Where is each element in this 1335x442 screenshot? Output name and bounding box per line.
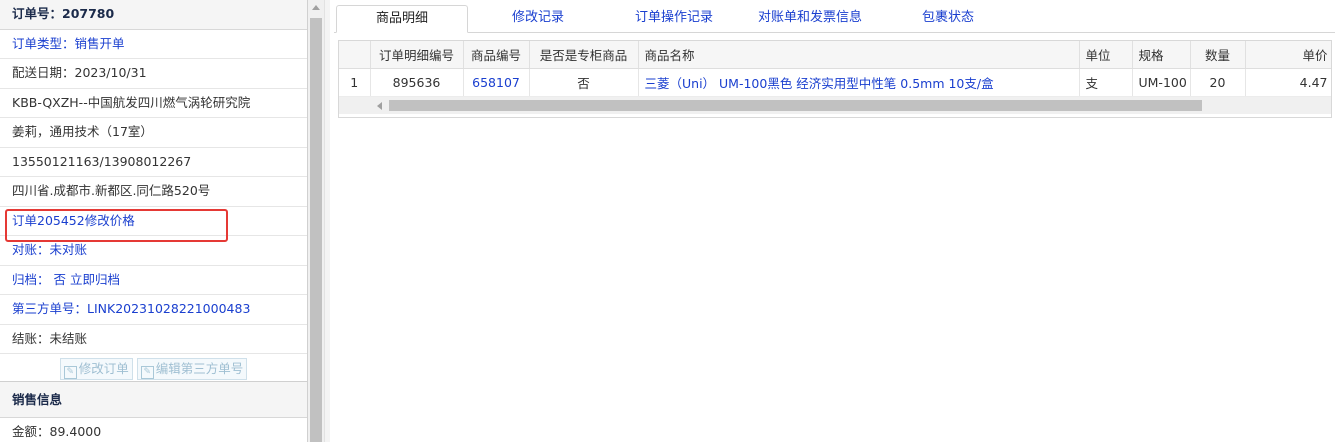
col-header-product-no[interactable]: 商品编号 [463, 41, 530, 69]
cell-spec: UM-100 [1132, 68, 1191, 97]
col-header-unit-price[interactable]: 单价 [1245, 41, 1331, 69]
scrollbar-thumb[interactable] [310, 18, 322, 442]
cell-product-no-link[interactable]: 658107 [463, 68, 530, 97]
order-number-row: 订单号：207780 [0, 0, 307, 30]
col-header-spec[interactable]: 规格 [1132, 41, 1191, 69]
delivery-address: 四川省.成都市.新都区.同仁路520号 [0, 177, 307, 207]
delivery-date: 配送日期：2023/10/31 [0, 59, 307, 89]
scrollbar-thumb[interactable] [389, 100, 1202, 111]
archive-status[interactable]: 归档： 否 立即归档 [0, 266, 307, 295]
edit-order-button[interactable]: ✎ 修改订单 [59, 357, 133, 380]
col-header-product-name[interactable]: 商品名称 [638, 41, 1080, 69]
edit-icon: ✎ [140, 365, 154, 379]
scroll-left-icon[interactable] [377, 102, 382, 110]
col-header-counter-item[interactable]: 是否是专柜商品 [529, 41, 639, 69]
cell-index: 1 [339, 68, 371, 97]
table-header-row: 订单明细编号 商品编号 是否是专柜商品 商品名称 单位 规格 数量 单价 [339, 41, 1331, 69]
action-buttons: ✎ 修改订单 ✎ 编辑第三方单号 [0, 354, 307, 382]
cell-quantity: 20 [1190, 68, 1246, 97]
edit-third-party-label: 编辑第三方单号 [155, 360, 244, 376]
order-number-label: 订单号： [12, 6, 63, 21]
tab-product-details[interactable]: 商品明细 [336, 5, 468, 33]
grid-horizontal-scrollbar[interactable] [339, 97, 1331, 114]
sales-info-title: 销售信息 [0, 382, 307, 418]
col-header-quantity[interactable]: 数量 [1190, 41, 1246, 69]
edit-third-party-button[interactable]: ✎ 编辑第三方单号 [136, 357, 248, 380]
edit-order-label: 修改订单 [78, 360, 129, 376]
tab-modification-log[interactable]: 修改记录 [480, 5, 596, 31]
tab-package-status[interactable]: 包裹状态 [904, 5, 992, 31]
cell-detail-no: 895636 [370, 68, 464, 97]
third-party-number[interactable]: 第三方单号：LINK20231028221000483 [0, 295, 307, 325]
col-header-detail-no[interactable]: 订单明细编号 [370, 41, 464, 69]
product-grid: 订单明细编号 商品编号 是否是专柜商品 商品名称 单位 规格 数量 单价 1 8… [338, 40, 1332, 118]
cell-unit-price: 4.47 [1245, 68, 1331, 97]
left-panel-scrollbar[interactable] [308, 0, 324, 442]
scroll-up-icon[interactable] [312, 5, 320, 10]
panel-splitter[interactable] [324, 0, 330, 442]
table-row[interactable]: 1 895636 658107 否 三菱（Uni） UM-100黑色 经济实用型… [339, 68, 1331, 97]
tab-operation-log[interactable]: 订单操作记录 [616, 5, 732, 31]
cell-unit: 支 [1079, 68, 1133, 97]
product-table: 订单明细编号 商品编号 是否是专柜商品 商品名称 单位 规格 数量 单价 1 8… [339, 41, 1331, 97]
sales-amount: 金额：89.4000 [0, 418, 307, 442]
contact-phone: 13550121163/13908012267 [0, 148, 307, 177]
highlight-box [5, 209, 228, 242]
edit-icon: ✎ [63, 365, 77, 379]
cell-counter-item: 否 [529, 68, 639, 97]
settlement-status: 结账：未结账 [0, 325, 307, 354]
order-detail-panel: 订单号：207780 订单类型：销售开单 配送日期：2023/10/31 KBB… [0, 0, 308, 442]
tab-statement-invoice[interactable]: 对账单和发票信息 [740, 5, 880, 31]
col-header-index [339, 41, 371, 69]
tab-bar: 商品明细 修改记录 订单操作记录 对账单和发票信息 包裹状态 [334, 0, 1335, 33]
detail-tabs-panel: 商品明细 修改记录 订单操作记录 对账单和发票信息 包裹状态 订单明细编号 商品… [334, 0, 1335, 442]
order-number: 207780 [62, 6, 115, 21]
order-type[interactable]: 订单类型：销售开单 [0, 30, 307, 59]
col-header-unit[interactable]: 单位 [1079, 41, 1133, 69]
customer-name: KBB-QXZH--中国航发四川燃气涡轮研究院 [0, 89, 307, 118]
contact-person: 姜莉，通用技术（17室） [0, 118, 307, 148]
cell-product-name-link[interactable]: 三菱（Uni） UM-100黑色 经济实用型中性笔 0.5mm 10支/盒 [638, 68, 1080, 97]
